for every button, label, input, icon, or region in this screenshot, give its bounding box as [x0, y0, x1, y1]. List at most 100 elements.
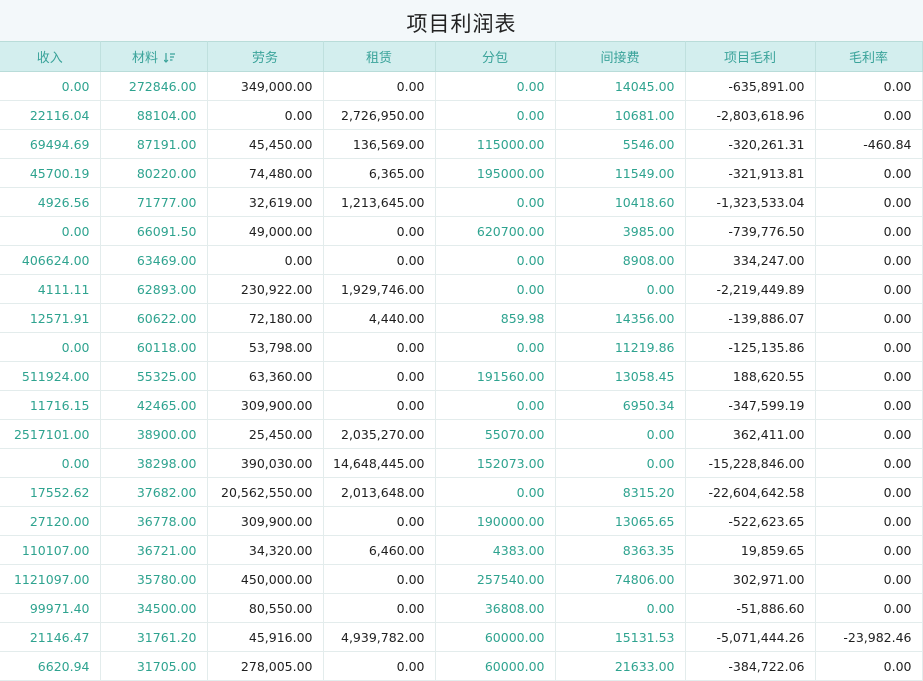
- table-cell: -320,261.31: [685, 129, 816, 159]
- table-cell: 0.00: [815, 419, 923, 449]
- table-cell: 74806.00: [555, 564, 686, 594]
- column-header[interactable]: 毛利率: [815, 41, 923, 72]
- table-cell: 0.00: [0, 332, 101, 362]
- table-cell: 63469.00: [100, 245, 208, 275]
- table-cell: 34,320.00: [207, 535, 324, 565]
- table-cell: -384,722.06: [685, 651, 816, 681]
- table-row[interactable]: 511924.00 55325.00 63,360.00 0.00 191560.00 1…: [0, 361, 923, 391]
- table-cell: 25,450.00: [207, 419, 324, 449]
- table-cell: 38900.00: [100, 419, 208, 449]
- table-cell: 2,726,950.00: [323, 100, 436, 130]
- table-cell: 0.00: [815, 303, 923, 333]
- table-cell: 859.98: [435, 303, 556, 333]
- column-header[interactable]: 收入: [0, 41, 101, 72]
- table-cell: 230,922.00: [207, 274, 324, 304]
- table-cell: 8363.35: [555, 535, 686, 565]
- table-row[interactable]: 0.00 60118.00 53,798.00 0.00 0.00 11219.86 -12…: [0, 332, 923, 362]
- table-cell: 0.00: [815, 651, 923, 681]
- table-row[interactable]: 99971.40 34500.00 80,550.00 0.00 36808.00 0.0…: [0, 593, 923, 623]
- profit-table: 收入 材料 劳务 租赁 分包 间接费 项目毛利 毛利率 0.00 272846.00 349,00…: [0, 41, 923, 681]
- column-header[interactable]: 劳务: [207, 41, 324, 72]
- table-cell: -125,135.86: [685, 332, 816, 362]
- table-row[interactable]: 406624.00 63469.00 0.00 0.00 0.00 8908.00 334,…: [0, 245, 923, 275]
- table-cell: 152073.00: [435, 448, 556, 478]
- table-row[interactable]: 6620.94 31705.00 278,005.00 0.00 60000.00 216…: [0, 651, 923, 681]
- table-cell: 0.00: [555, 274, 686, 304]
- table-cell: 3985.00: [555, 216, 686, 246]
- table-cell: 450,000.00: [207, 564, 324, 594]
- header-row: 收入 材料 劳务 租赁 分包 间接费 项目毛利 毛利率: [0, 41, 923, 72]
- table-row[interactable]: 110107.00 36721.00 34,320.00 6,460.00 4383.0…: [0, 535, 923, 565]
- table-cell: 0.00: [323, 71, 436, 101]
- sort-descending-icon[interactable]: [163, 52, 175, 63]
- table-cell: 13065.65: [555, 506, 686, 536]
- table-cell: -15,228,846.00: [685, 448, 816, 478]
- table-row[interactable]: 4926.56 71777.00 32,619.00 1,213,645.00 0.00…: [0, 187, 923, 217]
- table-row[interactable]: 2517101.00 38900.00 25,450.00 2,035,270.00 5…: [0, 419, 923, 449]
- table-cell: 55070.00: [435, 419, 556, 449]
- column-header-label: 租赁: [365, 51, 392, 66]
- table-cell: 99971.40: [0, 593, 101, 623]
- table-row[interactable]: 0.00 66091.50 49,000.00 0.00 620700.00 3985.0…: [0, 216, 923, 246]
- table-cell: 0.00: [0, 71, 101, 101]
- table-cell: -2,219,449.89: [685, 274, 816, 304]
- column-header[interactable]: 材料: [100, 41, 208, 72]
- table-cell: 309,900.00: [207, 506, 324, 536]
- table-cell: 4,939,782.00: [323, 622, 436, 652]
- table-cell: 257540.00: [435, 564, 556, 594]
- table-cell: 0.00: [435, 245, 556, 275]
- table-row[interactable]: 11716.15 42465.00 309,900.00 0.00 0.00 6950.3…: [0, 390, 923, 420]
- table-cell: 0.00: [555, 448, 686, 478]
- table-cell: 0.00: [815, 593, 923, 623]
- table-cell: -739,776.50: [685, 216, 816, 246]
- table-cell: 0.00: [555, 593, 686, 623]
- table-row[interactable]: 1121097.00 35780.00 450,000.00 0.00 257540.0…: [0, 564, 923, 594]
- table-cell: 22116.04: [0, 100, 101, 130]
- table-cell: 74,480.00: [207, 158, 324, 188]
- table-cell: 0.00: [0, 448, 101, 478]
- table-cell: 80220.00: [100, 158, 208, 188]
- column-header[interactable]: 项目毛利: [685, 41, 816, 72]
- table-header: 收入 材料 劳务 租赁 分包 间接费 项目毛利 毛利率: [0, 41, 923, 72]
- table-cell: 32,619.00: [207, 187, 324, 217]
- table-cell: 8908.00: [555, 245, 686, 275]
- table-cell: 71777.00: [100, 187, 208, 217]
- table-row[interactable]: 21146.47 31761.20 45,916.00 4,939,782.00 600…: [0, 622, 923, 652]
- table-cell: 390,030.00: [207, 448, 324, 478]
- table-cell: 2,035,270.00: [323, 419, 436, 449]
- table-cell: 115000.00: [435, 129, 556, 159]
- table-row[interactable]: 22116.04 88104.00 0.00 2,726,950.00 0.00 1068…: [0, 100, 923, 130]
- table-cell: 14045.00: [555, 71, 686, 101]
- table-cell: 4111.11: [0, 274, 101, 304]
- table-cell: 45700.19: [0, 158, 101, 188]
- table-row[interactable]: 12571.91 60622.00 72,180.00 4,440.00 859.98 1…: [0, 303, 923, 333]
- table-cell: 12571.91: [0, 303, 101, 333]
- column-header[interactable]: 分包: [435, 41, 556, 72]
- table-row[interactable]: 0.00 38298.00 390,030.00 14,648,445.00 15207…: [0, 448, 923, 478]
- table-cell: 63,360.00: [207, 361, 324, 391]
- table-cell: 0.00: [207, 245, 324, 275]
- table-cell: -522,623.65: [685, 506, 816, 536]
- table-cell: -635,891.00: [685, 71, 816, 101]
- table-row[interactable]: 27120.00 36778.00 309,900.00 0.00 190000.00 1…: [0, 506, 923, 536]
- table-cell: -23,982.46: [815, 622, 923, 652]
- column-header-label: 间接费: [600, 51, 640, 66]
- table-cell: 45,916.00: [207, 622, 324, 652]
- table-row[interactable]: 45700.19 80220.00 74,480.00 6,365.00 195000.…: [0, 158, 923, 188]
- table-cell: 87191.00: [100, 129, 208, 159]
- table-cell: 0.00: [435, 100, 556, 130]
- table-row[interactable]: 17552.62 37682.00 20,562,550.00 2,013,648.0…: [0, 477, 923, 507]
- table-row[interactable]: 4111.11 62893.00 230,922.00 1,929,746.00 0.0…: [0, 274, 923, 304]
- table-row[interactable]: 0.00 272846.00 349,000.00 0.00 0.00 14045.00-…: [0, 71, 923, 101]
- table-cell: 110107.00: [0, 535, 101, 565]
- table-cell: 334,247.00: [685, 245, 816, 275]
- table-cell: -51,886.60: [685, 593, 816, 623]
- table-cell: 6,460.00: [323, 535, 436, 565]
- table-cell: 0.00: [815, 332, 923, 362]
- table-row[interactable]: 69494.69 87191.00 45,450.00 136,569.00 11500…: [0, 129, 923, 159]
- column-header[interactable]: 间接费: [555, 41, 686, 72]
- table-cell: 0.00: [815, 535, 923, 565]
- table-cell: 36778.00: [100, 506, 208, 536]
- column-header[interactable]: 租赁: [323, 41, 436, 72]
- table-cell: -1,323,533.04: [685, 187, 816, 217]
